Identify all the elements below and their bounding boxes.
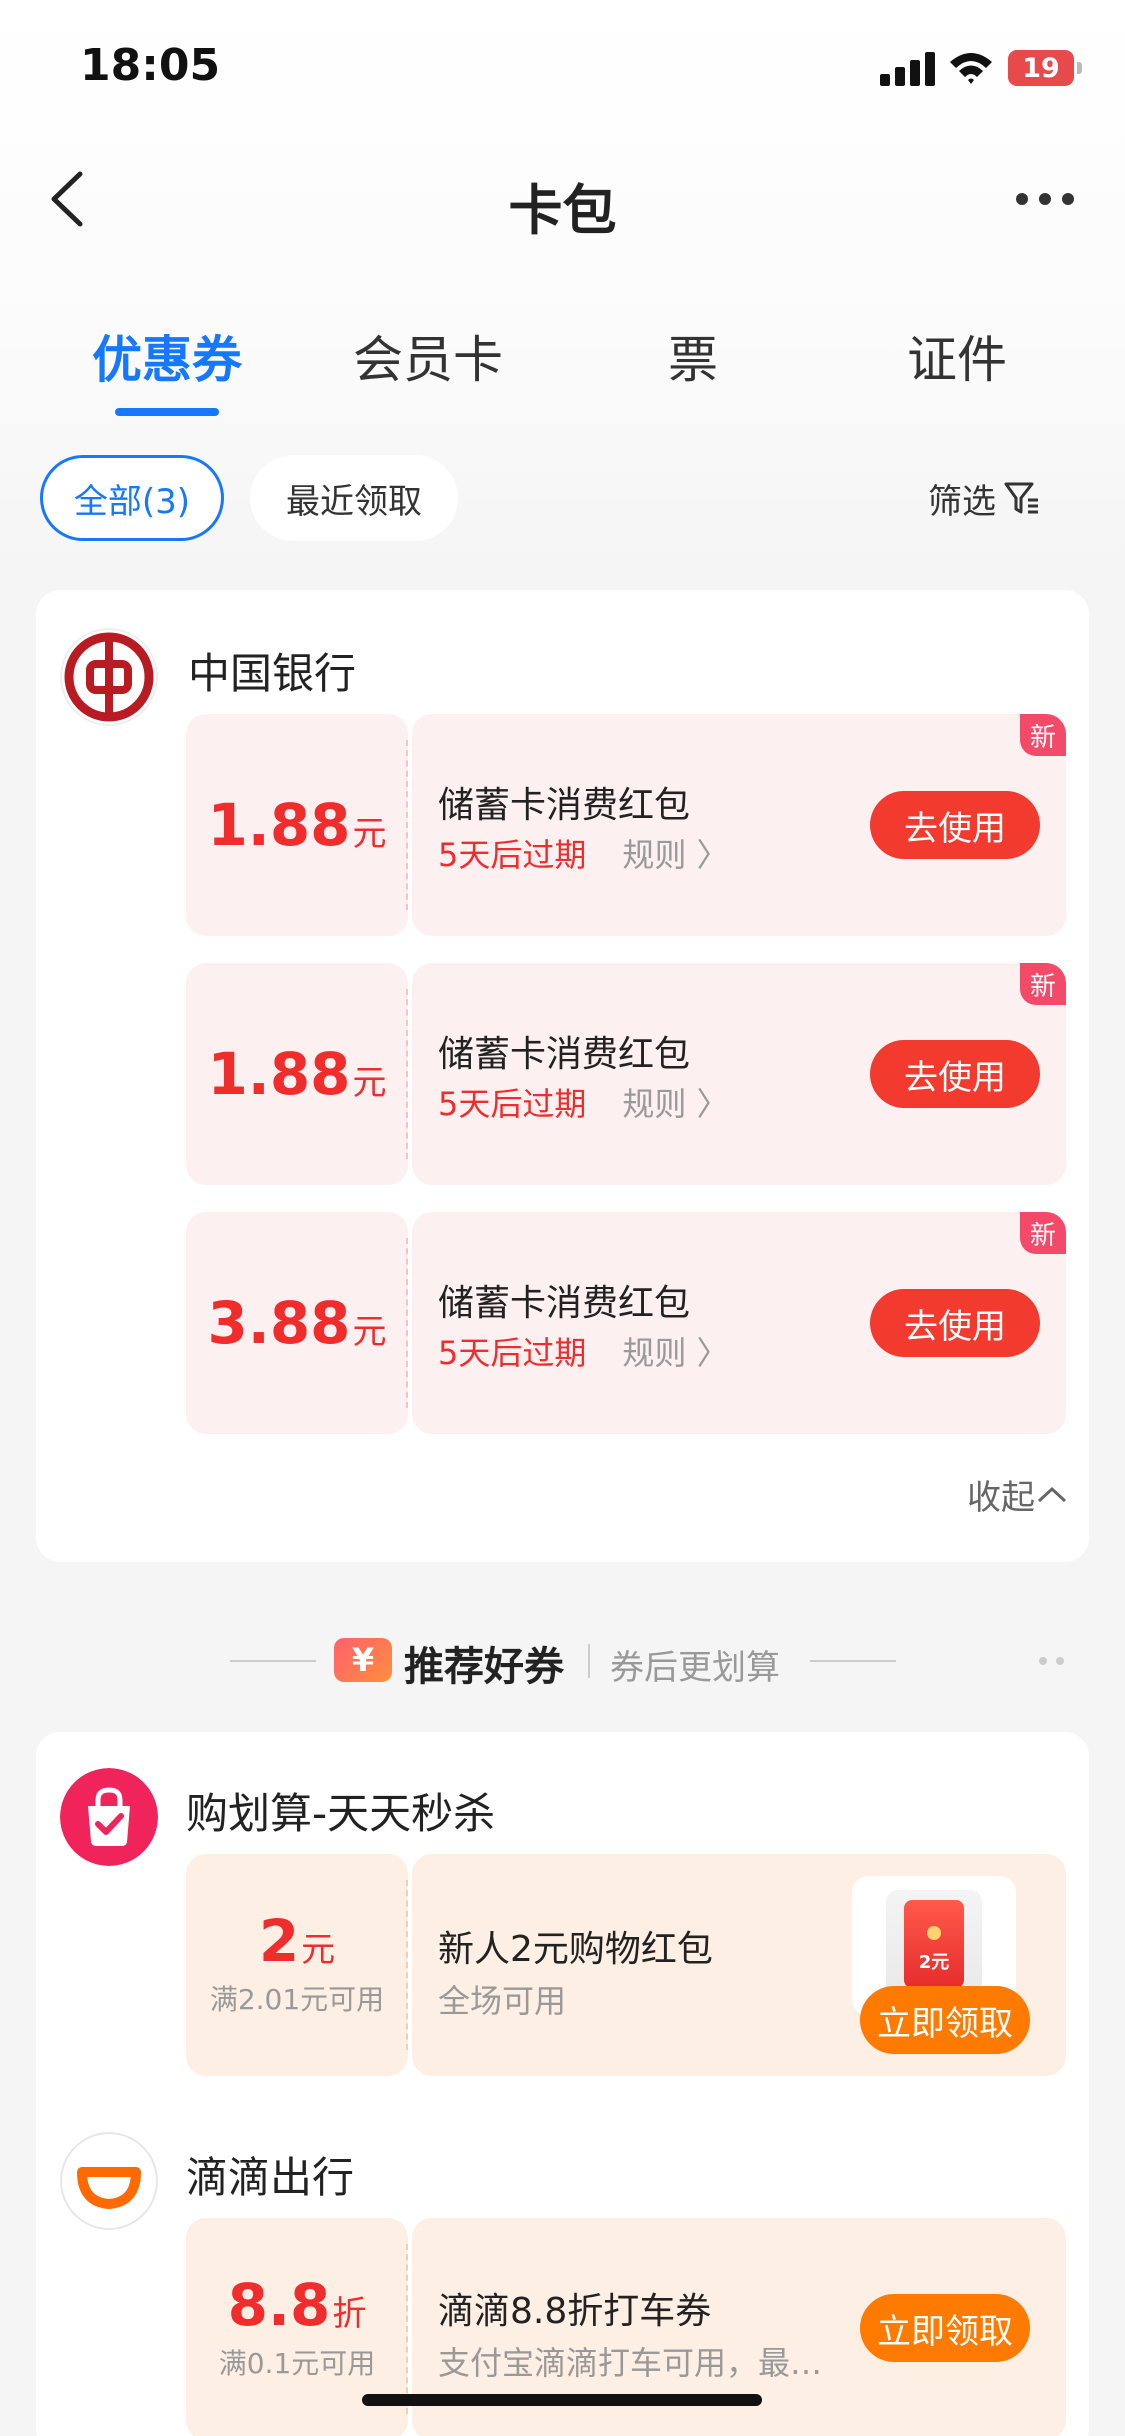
coupon-rule-link[interactable]: 规则 〉 <box>622 1085 728 1123</box>
home-indicator <box>362 2394 762 2406</box>
wifi-icon <box>950 53 992 84</box>
coupon-subline: 全场可用 <box>438 1982 567 2020</box>
new-badge: 新 <box>1020 1212 1066 1254</box>
shopping-bag-logo-icon <box>60 1768 158 1866</box>
didi-logo-icon <box>60 2132 158 2230</box>
claim-coupon-button[interactable]: 立即领取 <box>860 1986 1030 2054</box>
tab-membership-cards[interactable]: 会员卡 <box>298 320 558 392</box>
more-options-icon[interactable] <box>1010 184 1080 214</box>
coupon-card: 2元 满2.01元可用 新人2元购物红包 全场可用 2元 立即领取 <box>186 1854 1066 2076</box>
brand-name: 中国银行 <box>188 649 357 698</box>
coupon-card: 3.88元 储蓄卡消费红包 5天后过期 规则 〉 去使用 新 <box>186 1212 1066 1434</box>
tab-documents[interactable]: 证件 <box>827 320 1087 392</box>
bank-coupon-card: 中国银行 1.88元 储蓄卡消费红包 5天后过期 规则 〉 去使用 新 1.88元… <box>36 590 1089 1562</box>
filter-button[interactable]: 筛选 <box>928 470 1042 526</box>
coupon-rule-link[interactable]: 规则 〉 <box>622 1334 728 1372</box>
chevron-right-icon: 〉 <box>696 1334 729 1372</box>
recommend-title: 推荐好券 <box>404 1644 564 1690</box>
coupon-subline: 支付宝滴滴打车可用，最… <box>438 2344 823 2382</box>
new-badge: 新 <box>1020 714 1066 756</box>
coupon-card: 1.88元 储蓄卡消费红包 5天后过期 规则 〉 去使用 新 <box>186 714 1066 936</box>
divider-line <box>810 1660 896 1662</box>
chevron-up-icon <box>1037 1486 1067 1502</box>
claim-coupon-button[interactable]: 立即领取 <box>860 2294 1030 2362</box>
coupon-info-panel: 新人2元购物红包 全场可用 2元 立即领取 <box>412 1854 1066 2076</box>
chevron-right-icon: 〉 <box>696 836 729 874</box>
coupon-amount: 1.88元 <box>207 791 387 859</box>
use-coupon-button[interactable]: 去使用 <box>870 1289 1040 1357</box>
coupon-condition: 满2.01元可用 <box>209 1983 385 2016</box>
new-badge: 新 <box>1020 963 1066 1005</box>
use-coupon-button[interactable]: 去使用 <box>870 791 1040 859</box>
brand-name: 滴滴出行 <box>186 2153 355 2202</box>
brand-name: 购划算-天天秒杀 <box>186 1789 496 1838</box>
signal-icon <box>880 52 936 86</box>
coupon-title: 储蓄卡消费红包 <box>438 785 691 826</box>
use-coupon-button[interactable]: 去使用 <box>870 1040 1040 1108</box>
coupon-subline: 5天后过期 规则 〉 <box>438 1328 729 1374</box>
coupon-info-panel: 储蓄卡消费红包 5天后过期 规则 〉 去使用 新 <box>412 714 1066 936</box>
battery-indicator: 19 <box>1008 50 1082 86</box>
coupon-amount-panel: 2元 满2.01元可用 <box>186 1854 408 2076</box>
collapse-label: 收起 <box>967 1478 1035 1518</box>
coupon-amount-panel: 1.88元 <box>186 714 408 936</box>
chevron-right-icon: 〉 <box>696 1085 729 1123</box>
divider-line <box>230 1660 316 1662</box>
coupon-amount-panel: 3.88元 <box>186 1212 408 1434</box>
tab-bar: 优惠券 会员卡 票 证件 <box>0 320 1125 430</box>
coupon-rule-link[interactable]: 规则 〉 <box>622 836 728 874</box>
red-envelope-label: 2元 <box>904 1900 964 1988</box>
nav-bar: 卡包 <box>0 140 1125 260</box>
filter-icon <box>1004 482 1038 514</box>
coupon-subline: 5天后过期 规则 〉 <box>438 1079 729 1125</box>
filter-chip-recent[interactable]: 最近领取 <box>250 455 458 541</box>
coupon-card: 1.88元 储蓄卡消费红包 5天后过期 规则 〉 去使用 新 <box>186 963 1066 1185</box>
coupon-expiry: 5天后过期 <box>438 1334 587 1372</box>
coupon-info-panel: 储蓄卡消费红包 5天后过期 规则 〉 去使用 新 <box>412 963 1066 1185</box>
coupon-amount: 2元 <box>258 1907 336 1975</box>
coupon-title: 新人2元购物红包 <box>438 1929 713 1970</box>
recommend-subtitle: 券后更划算 <box>610 1648 780 1688</box>
coupon-title: 储蓄卡消费红包 <box>438 1283 691 1324</box>
filter-chip-all[interactable]: 全部(3) <box>40 455 224 541</box>
coupon-amount: 1.88元 <box>207 1040 387 1108</box>
coupon-title: 储蓄卡消费红包 <box>438 1034 691 1075</box>
coupon-amount: 3.88元 <box>207 1289 387 1357</box>
status-bar: 18:05 19 <box>0 0 1125 140</box>
page-dots-icon <box>1039 1657 1064 1665</box>
coupon-yen-icon: ¥ <box>334 1638 392 1682</box>
coupon-amount-panel: 1.88元 <box>186 963 408 1185</box>
coupon-subline: 5天后过期 规则 〉 <box>438 830 729 876</box>
coupon-info-panel: 储蓄卡消费红包 5天后过期 规则 〉 去使用 新 <box>412 1212 1066 1434</box>
battery-level: 19 <box>1022 52 1060 84</box>
coupon-amount: 8.8折 <box>227 2271 367 2339</box>
divider-bar <box>588 1644 590 1678</box>
bank-of-china-logo-icon <box>60 628 158 726</box>
recommend-coupon-card: 购划算-天天秒杀 2元 满2.01元可用 新人2元购物红包 全场可用 2元 立即… <box>36 1732 1089 2436</box>
status-time: 18:05 <box>80 40 221 91</box>
active-tab-indicator <box>115 408 219 416</box>
recommend-section-header: ¥ 推荐好券 券后更划算 <box>0 1630 1125 1690</box>
page-title: 卡包 <box>508 179 617 242</box>
tab-tickets[interactable]: 票 <box>563 320 823 392</box>
collapse-button[interactable]: 收起 <box>967 1470 1069 1519</box>
tab-coupons[interactable]: 优惠券 <box>37 320 297 392</box>
filter-label: 筛选 <box>928 481 996 522</box>
coupon-expiry: 5天后过期 <box>438 836 587 874</box>
coupon-expiry: 5天后过期 <box>438 1085 587 1123</box>
coupon-condition: 满0.1元可用 <box>218 2347 376 2380</box>
coupon-title: 滴滴8.8折打车券 <box>438 2291 712 2332</box>
